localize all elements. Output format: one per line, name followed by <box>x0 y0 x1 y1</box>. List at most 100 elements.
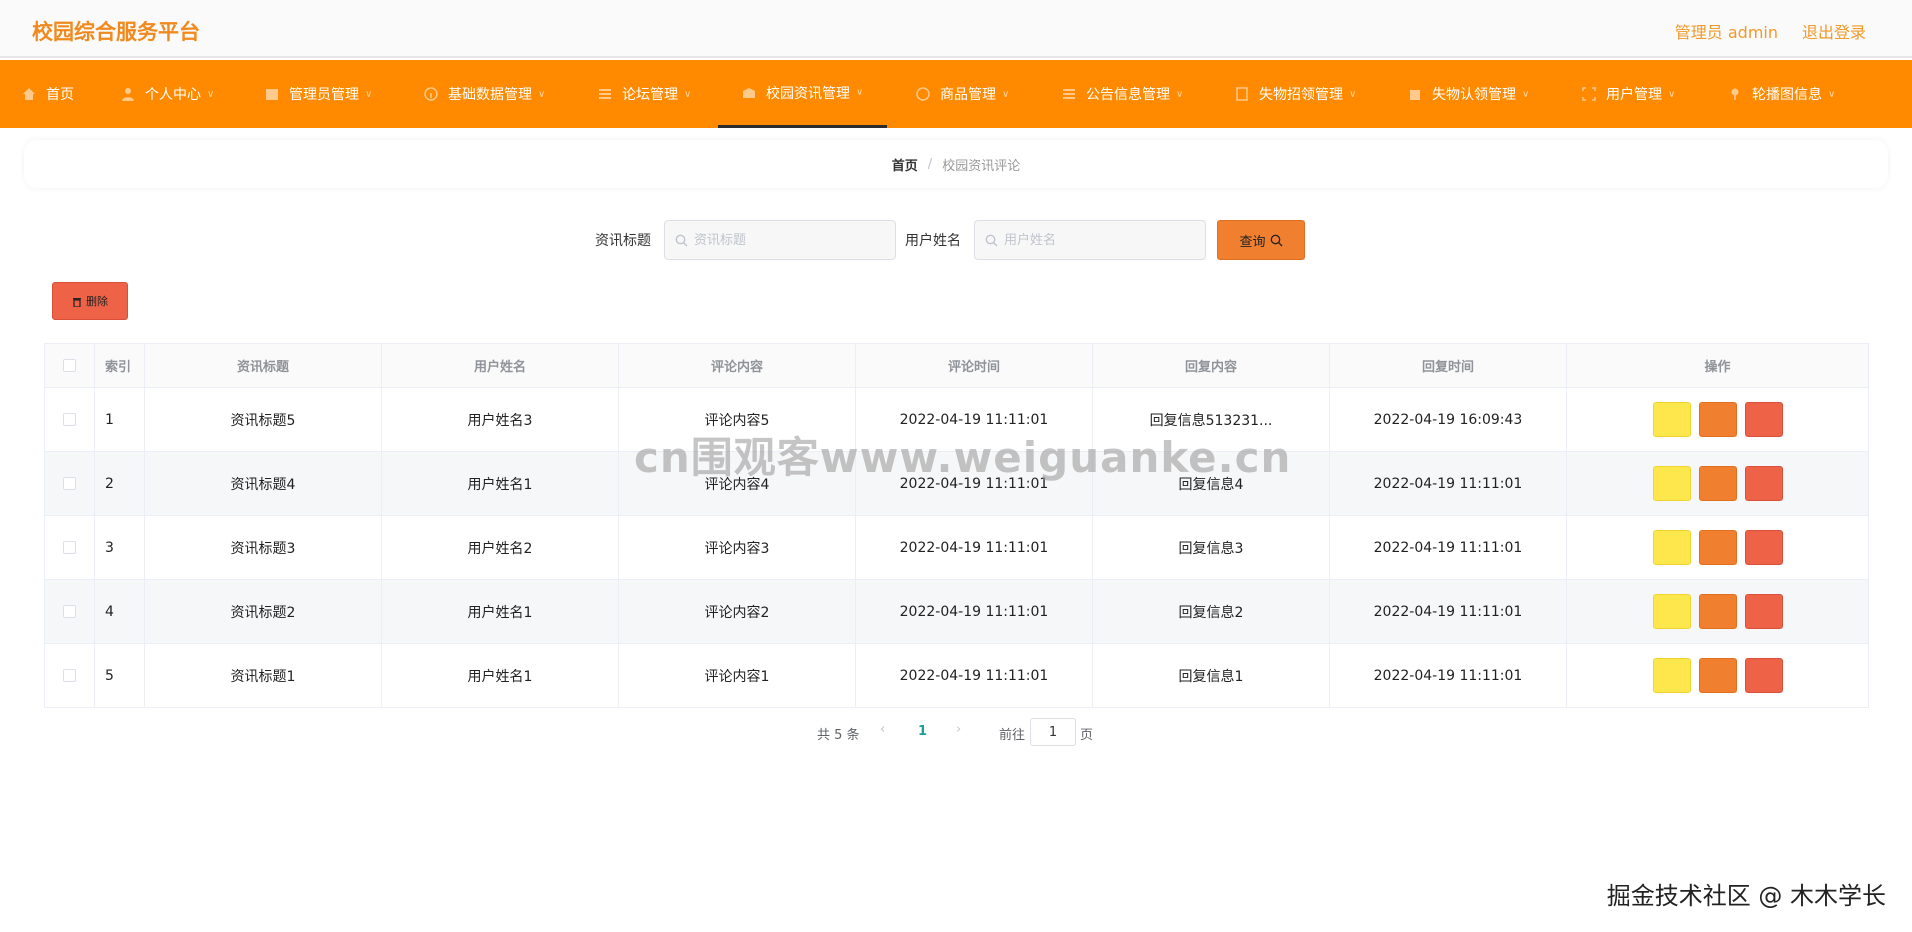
page-number-current[interactable]: 1 <box>918 724 927 739</box>
title-cell: 资讯标题5 <box>144 387 382 452</box>
column-header: 操作 <box>1566 343 1869 388</box>
nav-item-notice[interactable]: 公告信息管理 ∨ <box>1062 60 1183 128</box>
nav-item-lost-found[interactable]: 失物招领管理 ∨ <box>1235 60 1356 128</box>
row-checkbox[interactable] <box>63 413 76 426</box>
row-delete-button[interactable] <box>1744 594 1783 629</box>
nav-item-label: 首页 <box>46 87 74 103</box>
title-cell: 资讯标题3 <box>144 515 382 580</box>
home-icon <box>23 88 35 100</box>
chevron-down-icon: ∨ <box>1828 88 1836 100</box>
nav-item-label: 管理员管理 <box>289 87 359 103</box>
comment-time-cell: 2022-04-19 11:11:01 <box>855 387 1093 452</box>
nav-item-basic-data[interactable]: 基础数据管理 ∨ <box>424 60 545 128</box>
reply-cell: 回复信息4 <box>1092 451 1330 516</box>
nav-item-label: 个人中心 <box>145 87 201 103</box>
nav-item-admin-manage[interactable]: 管理员管理 ∨ <box>265 60 372 128</box>
row-delete-button[interactable] <box>1744 658 1783 693</box>
reply-time-cell: 2022-04-19 11:11:01 <box>1329 451 1567 516</box>
pagination-total: 共 5 条 <box>817 728 860 743</box>
row-checkbox[interactable] <box>63 669 76 682</box>
index-cell: 5 <box>94 643 145 708</box>
nav-item-label: 校园资讯管理 <box>766 85 850 102</box>
actions-cell <box>1566 515 1869 580</box>
edit-button[interactable] <box>1698 594 1737 629</box>
chevron-down-icon: ∨ <box>1002 88 1010 100</box>
row-delete-button[interactable] <box>1744 530 1783 565</box>
view-button[interactable] <box>1652 402 1691 437</box>
user-cell: 用户姓名1 <box>381 579 619 644</box>
nav-item-carousel[interactable]: 轮播图信息 ∨ <box>1728 60 1835 128</box>
nav-item-campus-news[interactable]: 校园资讯管理 ∨ <box>718 60 888 128</box>
index-cell: 4 <box>94 579 145 644</box>
nav-item-label: 公告信息管理 <box>1086 87 1170 103</box>
comment-time-cell: 2022-04-19 11:11:01 <box>855 515 1093 580</box>
main-content: 资讯标题 用户姓名 查询 删除 索引 资讯标题 用户姓名 <box>24 200 1888 768</box>
row-checkbox[interactable] <box>63 541 76 554</box>
goto-page-input[interactable] <box>1030 718 1076 746</box>
comment-time-cell: 2022-04-19 11:11:01 <box>855 643 1093 708</box>
row-select-cell <box>44 387 95 452</box>
app-title: 校园综合服务平台 <box>32 20 200 44</box>
row-checkbox[interactable] <box>63 605 76 618</box>
user-icon <box>122 88 134 101</box>
comment-cell: 评论内容1 <box>618 643 856 708</box>
nav-item-lost-claim[interactable]: 失物认领管理 ∨ <box>1408 60 1529 128</box>
select-all-cell <box>44 343 95 388</box>
row-checkbox[interactable] <box>63 477 76 490</box>
view-button[interactable] <box>1652 658 1691 693</box>
query-button-label: 查询 <box>1239 234 1266 250</box>
view-button[interactable] <box>1652 466 1691 501</box>
user-search-box <box>974 220 1206 260</box>
image-icon <box>1731 88 1739 100</box>
actions-cell <box>1566 451 1869 516</box>
comment-cell: 评论内容3 <box>618 515 856 580</box>
title-search-input[interactable] <box>694 232 874 248</box>
breadcrumb-separator: / <box>927 156 933 172</box>
nav-item-forum[interactable]: 论坛管理 ∨ <box>598 60 691 128</box>
edit-button[interactable] <box>1698 658 1737 693</box>
next-page-icon[interactable]: › <box>956 722 961 737</box>
newspaper-icon <box>743 87 755 98</box>
delete-button-label: 删除 <box>86 295 108 308</box>
title-cell: 资讯标题1 <box>144 643 382 708</box>
row-select-cell <box>44 643 95 708</box>
row-delete-button[interactable] <box>1744 402 1783 437</box>
column-header: 评论时间 <box>855 343 1093 388</box>
nav-item-user-manage[interactable]: 用户管理 ∨ <box>1582 60 1675 128</box>
edit-button[interactable] <box>1698 530 1737 565</box>
view-button[interactable] <box>1652 594 1691 629</box>
chevron-down-icon: ∨ <box>207 88 215 100</box>
chevron-down-icon: ∨ <box>1522 88 1530 100</box>
nav-item-goods[interactable]: 商品管理 ∨ <box>916 60 1009 128</box>
info-icon <box>424 87 438 101</box>
nav-item-home[interactable]: 首页 <box>22 60 74 128</box>
view-button[interactable] <box>1652 530 1691 565</box>
table-row: 5 资讯标题1 用户姓名1 评论内容1 2022-04-19 11:11:01 … <box>44 643 1869 708</box>
reply-time-cell: 2022-04-19 11:11:01 <box>1329 579 1567 644</box>
reply-time-cell: 2022-04-19 16:09:43 <box>1329 387 1567 452</box>
select-all-checkbox[interactable] <box>63 359 76 372</box>
row-delete-button[interactable] <box>1744 466 1783 501</box>
nav-item-personal-center[interactable]: 个人中心 ∨ <box>121 60 214 128</box>
prev-page-icon[interactable]: ‹ <box>880 722 885 737</box>
chevron-down-icon: ∨ <box>1668 88 1676 100</box>
query-button[interactable]: 查询 <box>1217 220 1305 260</box>
user-cell: 用户姓名1 <box>381 643 619 708</box>
edit-button[interactable] <box>1698 466 1737 501</box>
edit-button[interactable] <box>1698 402 1737 437</box>
breadcrumb-home[interactable]: 首页 <box>892 155 918 174</box>
index-cell: 1 <box>94 387 145 452</box>
title-search-label: 资讯标题 <box>595 233 651 249</box>
user-cell: 用户姓名3 <box>381 387 619 452</box>
title-cell: 资讯标题4 <box>144 451 382 516</box>
user-search-input[interactable] <box>1004 232 1184 248</box>
logout-link[interactable]: 退出登录 <box>1802 19 1866 43</box>
chevron-down-icon: ∨ <box>1176 88 1184 100</box>
table-row: 3 资讯标题3 用户姓名2 评论内容3 2022-04-19 11:11:01 … <box>44 515 1869 580</box>
comment-cell: 评论内容5 <box>618 387 856 452</box>
delete-button[interactable]: 删除 <box>52 282 128 320</box>
nav-item-label: 失物招领管理 <box>1259 87 1343 103</box>
folder-icon <box>266 89 278 100</box>
nav-item-label: 用户管理 <box>1606 87 1662 103</box>
trash-icon <box>73 297 81 307</box>
